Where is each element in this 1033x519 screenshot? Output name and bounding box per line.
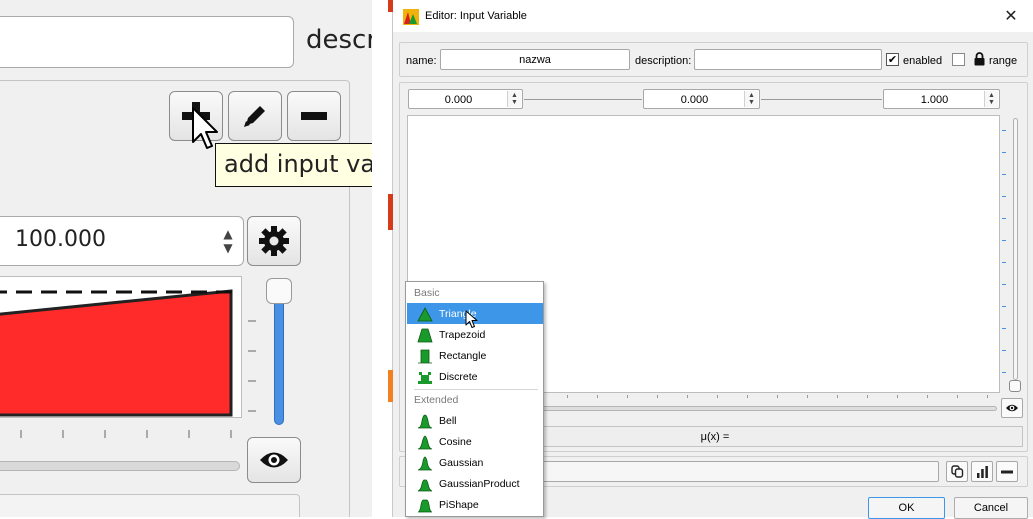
spin-arrows-icon[interactable]: ▲ ▼	[744, 91, 758, 107]
tooltip-text: add input va	[224, 150, 372, 178]
menu-item-label: GaussianProduct	[439, 477, 520, 490]
menu-item-discrete[interactable]: Discrete	[407, 366, 543, 387]
spin-arrows-icon[interactable]: ▲ ▼	[217, 223, 239, 259]
horizontal-ticks	[0, 430, 240, 440]
description-label: descri	[306, 25, 372, 55]
bar-chart-icon	[976, 466, 988, 478]
minus-icon	[1001, 470, 1013, 473]
name-value: nazwa	[519, 54, 551, 66]
spin-arrows-icon[interactable]: ▲ ▼	[984, 91, 998, 107]
menu-item-bell[interactable]: Bell	[407, 410, 543, 431]
range-label: range	[989, 55, 1018, 67]
minus-icon	[301, 112, 327, 120]
vertical-slider-track[interactable]	[274, 290, 284, 425]
copy-icon	[950, 465, 963, 478]
lock-icon	[974, 52, 985, 66]
menu-item-label: Trapezoid	[439, 328, 486, 341]
cosine-icon	[417, 435, 433, 449]
trapezoid-icon	[417, 328, 433, 342]
menu-item-label: Discrete	[439, 370, 478, 383]
description-input[interactable]	[694, 49, 882, 70]
menu-item-label: Cosine	[439, 435, 472, 448]
name-input[interactable]: nazwa	[440, 49, 630, 70]
horizontal-slider-track[interactable]	[0, 461, 240, 471]
tooltip: add input va	[215, 143, 372, 187]
edit-button[interactable]	[228, 91, 282, 141]
vertical-slider-handle[interactable]	[266, 278, 292, 304]
background-window-edge	[388, 0, 393, 12]
dialog-title: Editor: Input Variable	[425, 10, 527, 22]
view-button[interactable]	[247, 437, 301, 483]
name-field[interactable]	[0, 16, 294, 68]
bell-icon	[417, 414, 433, 428]
menu-item-cosine[interactable]: Cosine	[407, 431, 543, 452]
gaussian-product-icon	[417, 479, 433, 491]
menu-section-basic: Basic	[414, 287, 440, 299]
discrete-icon	[418, 371, 432, 384]
enabled-label: enabled	[903, 55, 943, 67]
title-bar: Editor: Input Variable ✕	[393, 0, 1033, 32]
gear-icon	[259, 226, 289, 256]
menu-item-pishape[interactable]: PiShape	[407, 494, 543, 515]
name-label: name:	[406, 55, 437, 67]
settings-button[interactable]	[247, 216, 301, 266]
remove-term-button[interactable]	[996, 461, 1018, 482]
rectangle-icon	[418, 349, 432, 363]
background-gap	[372, 0, 392, 517]
slider-ticks	[1002, 130, 1006, 390]
current-value: 0.000	[680, 94, 709, 106]
menu-item-rectangle[interactable]: Rectangle	[407, 345, 543, 366]
cancel-button[interactable]: Cancel	[954, 497, 1028, 519]
range-line	[524, 99, 642, 100]
close-icon[interactable]: ✕	[1000, 6, 1022, 26]
bottom-field	[0, 494, 300, 517]
vertical-slider-track[interactable]	[1013, 118, 1018, 380]
vertical-slider-handle[interactable]	[1009, 380, 1021, 392]
menu-item-label: Gaussian	[439, 456, 484, 469]
copy-button[interactable]	[946, 461, 968, 482]
ok-button[interactable]: OK	[868, 497, 945, 519]
menu-item-gaussianproduct[interactable]: GaussianProduct	[407, 473, 543, 494]
gaussian-icon	[417, 456, 433, 470]
menu-item-label: Rectangle	[439, 349, 487, 362]
value-spinbox[interactable]: 0.000 ▲ ▼	[643, 89, 760, 109]
slider-tick	[248, 380, 256, 382]
range-max-spinbox[interactable]: 100.000 ▲ ▼	[0, 216, 244, 266]
range-max-value: 100.000	[15, 227, 106, 252]
zoomed-editor-panel: descri add input va 100.000 ▲▼	[0, 0, 372, 517]
remove-button[interactable]	[287, 91, 341, 141]
eye-icon	[260, 452, 288, 468]
description-label: description:	[635, 55, 692, 67]
enabled-checkbox[interactable]: ✔	[886, 53, 899, 66]
background-window-edge	[388, 194, 393, 230]
term-shape	[0, 289, 241, 417]
slider-tick	[248, 410, 256, 412]
range-line	[761, 99, 882, 100]
eye-icon	[1006, 404, 1018, 412]
slider-tick	[248, 350, 256, 352]
slider-tick	[248, 320, 256, 322]
menu-section-extended: Extended	[414, 394, 459, 406]
min-value: 0.000	[444, 94, 473, 106]
mouse-cursor-icon	[465, 310, 478, 328]
view-button[interactable]	[1001, 398, 1023, 418]
pencil-icon	[244, 106, 265, 127]
range-checkbox[interactable]	[952, 53, 965, 66]
background-window-edge	[388, 370, 393, 402]
triangle-icon	[417, 306, 433, 321]
chart-button[interactable]	[971, 461, 993, 482]
max-spinbox[interactable]: 1.000 ▲ ▼	[883, 89, 1000, 109]
menu-item-gaussian[interactable]: Gaussian	[407, 452, 543, 473]
app-icon	[403, 9, 419, 25]
menu-item-label: Bell	[439, 414, 457, 427]
max-value: 1.000	[920, 94, 949, 106]
menu-separator	[414, 389, 538, 390]
spin-arrows-icon[interactable]: ▲ ▼	[507, 91, 521, 107]
menu-item-label: PiShape	[439, 498, 479, 511]
pishape-icon	[417, 499, 433, 512]
min-spinbox[interactable]: 0.000 ▲ ▼	[408, 89, 523, 109]
term-plot[interactable]	[0, 276, 242, 418]
